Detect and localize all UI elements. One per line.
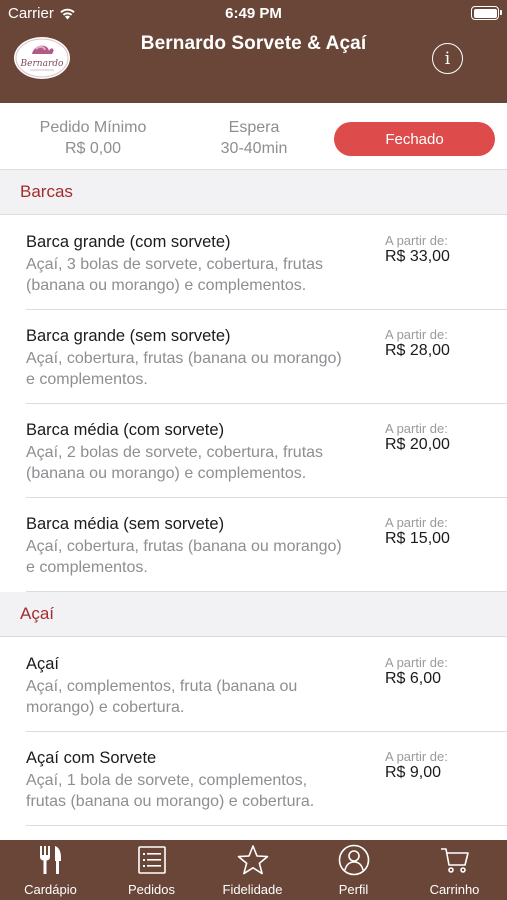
tab-carrinho[interactable]: Carrinho <box>404 840 505 900</box>
minimum-order-value: R$ 0,00 <box>64 140 122 157</box>
menu-item[interactable]: Barca média (sem sorvete) Açaí, cobertur… <box>0 498 507 592</box>
wait-time: Espera 30-40min <box>184 117 324 159</box>
section-header-acai: Açaí <box>0 592 507 637</box>
item-price: R$ 6,00 <box>385 670 442 687</box>
svg-text:Bernardo: Bernardo <box>20 59 64 69</box>
wait-time-label: Espera <box>228 119 280 136</box>
tab-perfil[interactable]: Perfil <box>303 840 404 900</box>
cart-icon <box>440 848 469 873</box>
menu-item[interactable]: Açaí Açaí, complementos, fruta (banana o… <box>0 638 507 732</box>
item-name: Açaí com Sorvete <box>26 749 157 767</box>
list-icon <box>137 846 166 874</box>
tab-label: Carrinho <box>429 882 480 897</box>
item-price: R$ 20,00 <box>385 436 450 453</box>
status-bar: Carrier 6:49 PM <box>0 0 507 28</box>
store-status-badge: Fechado <box>334 122 495 156</box>
item-name: Açaí <box>26 655 60 673</box>
item-name: Barca grande (sem sorvete) <box>26 327 231 345</box>
fork-knife-icon <box>39 846 61 874</box>
item-price: R$ 28,00 <box>385 342 450 359</box>
tab-label: Perfil <box>338 882 369 897</box>
menu-item[interactable]: Barca média (com sorvete) Açaí, 2 bolas … <box>0 404 507 498</box>
price-from-label: A partir de: <box>385 749 448 764</box>
clock: 6:49 PM <box>225 5 282 22</box>
price-from-label: A partir de: <box>385 655 448 670</box>
section-title: Açaí <box>20 604 55 623</box>
wait-time-value: 30-40min <box>220 140 288 157</box>
price-from-label: A partir de: <box>385 233 448 248</box>
minimum-order-label: Pedido Mínimo <box>39 119 147 136</box>
minimum-order: Pedido Mínimo R$ 0,00 <box>22 117 164 159</box>
menu-item[interactable]: Açaí com Sorvete Açaí, 1 bola de sorvete… <box>0 732 507 826</box>
price-from-label: A partir de: <box>385 515 448 530</box>
menu-item[interactable]: Barca grande (com sorvete) Açaí, 3 bolas… <box>0 216 507 310</box>
price-from-label: A partir de: <box>385 421 448 436</box>
battery-icon <box>471 6 502 20</box>
tab-cardapio[interactable]: Cardápio <box>0 840 101 900</box>
item-name: Barca média (com sorvete) <box>26 421 225 439</box>
section-title: Barcas <box>20 182 73 201</box>
price-from-label: A partir de: <box>385 327 448 342</box>
store-info-bar: Pedido Mínimo R$ 0,00 Espera 30-40min Fe… <box>0 103 507 170</box>
tab-label: Cardápio <box>24 882 77 897</box>
tab-label: Fidelidade <box>222 882 283 897</box>
item-description: Açaí, 3 bolas de sorvete, cobertura, fru… <box>26 256 324 294</box>
item-price: R$ 33,00 <box>385 248 450 265</box>
tab-fidelidade[interactable]: Fidelidade <box>202 840 303 900</box>
tab-pedidos[interactable]: Pedidos <box>101 840 202 900</box>
tab-label: Pedidos <box>128 882 175 897</box>
item-price: R$ 9,00 <box>385 764 442 781</box>
item-description: Açaí, complementos, fruta (banana ou mora… <box>26 678 298 716</box>
person-icon <box>338 844 369 876</box>
item-description: Açaí, cobertura, frutas (banana ou moran… <box>26 538 342 576</box>
info-icon: i <box>444 48 451 69</box>
tab-bar: Cardápio Pedidos Fidelidade Perfil Carri… <box>0 840 507 900</box>
page-title: Bernardo Sorvete & Açaí <box>140 33 367 54</box>
app-screen: Carrier 6:49 PM Bernardo Bernardo Sorvet… <box>0 0 507 900</box>
top-header: Carrier 6:49 PM Bernardo Bernardo Sorvet… <box>0 0 507 103</box>
item-description: Açaí, 1 bola de sorvete, complementos, fr… <box>26 772 315 810</box>
item-description: Açaí, cobertura, frutas (banana ou moran… <box>26 350 342 388</box>
item-name: Barca média (sem sorvete) <box>26 515 225 533</box>
menu-item[interactable]: Barca grande (sem sorvete) Açaí, cobertu… <box>0 310 507 404</box>
item-description: Açaí, 2 bolas de sorvete, cobertura, fru… <box>26 444 324 482</box>
info-button[interactable]: i <box>432 43 463 74</box>
item-name: Barca grande (com sorvete) <box>26 233 231 251</box>
section-header-barcas: Barcas <box>0 170 507 215</box>
item-price: R$ 15,00 <box>385 530 450 547</box>
star-icon <box>237 845 268 875</box>
